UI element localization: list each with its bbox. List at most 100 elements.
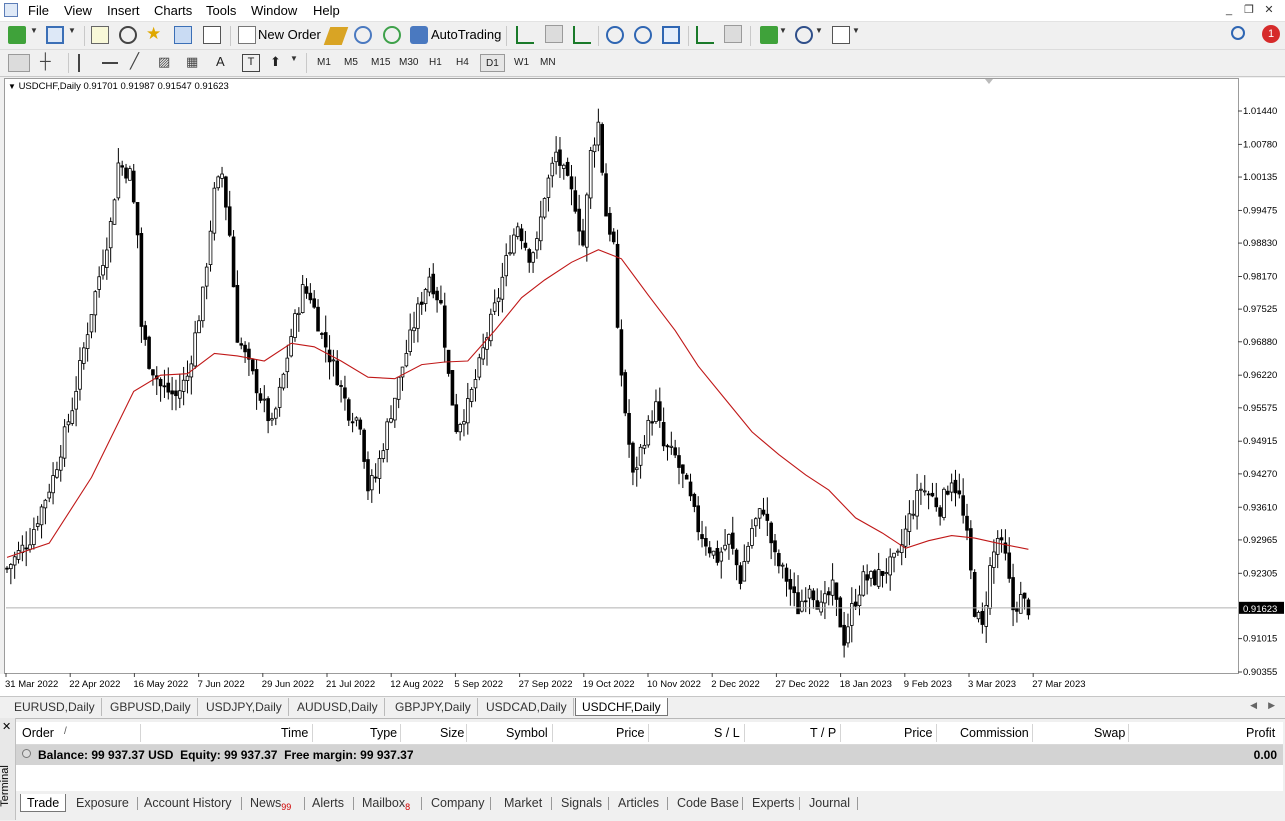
terminal-sidebar: ✕ Terminal	[0, 718, 16, 820]
terminal-tab-journal[interactable]: Journal	[803, 794, 856, 812]
candle-body	[396, 376, 401, 400]
col-price[interactable]: Price	[616, 726, 644, 740]
column-divider	[140, 724, 141, 742]
candle-body	[204, 266, 209, 287]
candle-body	[381, 450, 386, 459]
chevron-left-icon[interactable]: ◀	[1250, 700, 1257, 711]
candle-body	[39, 506, 44, 526]
candle-body	[926, 493, 931, 496]
candle-body	[577, 208, 581, 232]
candle-body	[727, 534, 731, 545]
candle-body	[988, 565, 992, 609]
candle-body	[273, 408, 278, 419]
col-profit[interactable]: Profit	[1246, 726, 1275, 740]
chart-tab-usdjpy[interactable]: USDJPY,Daily	[200, 698, 289, 716]
candle-body	[972, 572, 977, 617]
candle-body	[811, 590, 816, 601]
chart-tab-eurusd[interactable]: EURUSD,Daily	[8, 698, 102, 716]
tab-divider	[353, 797, 354, 810]
price-tick-label: 0.93610	[1243, 502, 1277, 513]
candle-body	[892, 552, 896, 558]
time-tick-label: 3 Mar 2023	[968, 679, 1016, 690]
chart-tab-usdcad[interactable]: USDCAD,Daily	[480, 698, 574, 716]
candle-body	[97, 276, 101, 290]
candle-body	[373, 476, 378, 479]
terminal-tab-code-base[interactable]: Code Base	[671, 794, 745, 812]
candle-body	[658, 401, 662, 421]
candle-body	[838, 597, 843, 628]
candle-body	[922, 490, 927, 493]
price-tick-label: 0.96220	[1243, 370, 1277, 381]
candle-body	[581, 230, 585, 246]
terminal-tab-trade[interactable]: Trade	[20, 794, 67, 812]
candle-body	[707, 547, 712, 554]
terminal-tab-articles[interactable]: Articles	[612, 794, 665, 812]
col-time[interactable]: Time	[281, 726, 308, 740]
candle-body	[458, 424, 462, 433]
terminal-tab-market[interactable]: Market	[498, 794, 548, 812]
candle-body	[938, 507, 942, 517]
col-commission[interactable]: Commission	[960, 726, 1029, 740]
candle-body	[139, 233, 144, 327]
col-swap[interactable]: Swap	[1094, 726, 1125, 740]
col-symbol[interactable]: Symbol	[506, 726, 548, 740]
col-size[interactable]: Size	[440, 726, 464, 740]
tab-divider	[667, 797, 668, 810]
terminal-tab-alerts[interactable]: Alerts	[306, 794, 350, 812]
candle-body	[120, 165, 125, 168]
current-price-label: 0.91623	[1243, 604, 1277, 615]
column-divider	[840, 724, 841, 742]
price-chart[interactable]: 1.01440 1.00780 1.00135 0.99475 0.98830 0.981…	[0, 0, 1285, 696]
close-icon[interactable]: ✕	[2, 720, 11, 733]
candle-body	[66, 421, 71, 426]
candle-body	[1007, 552, 1012, 579]
time-tick-label: 18 Jan 2023	[840, 679, 892, 690]
terminal-tab-mailbox[interactable]: Mailbox8	[356, 794, 416, 812]
candle-body	[312, 298, 316, 308]
candle-body	[942, 488, 946, 518]
terminal-tab-signals[interactable]: Signals	[555, 794, 608, 812]
candle-body	[508, 252, 512, 255]
terminal-tab-account-history[interactable]: Account History	[138, 794, 238, 812]
chart-tab-usdchf[interactable]: USDCHF,Daily	[575, 698, 668, 716]
candle-body	[35, 523, 40, 527]
candle-body	[592, 144, 597, 153]
candle-body	[930, 492, 935, 497]
candle-body	[573, 190, 578, 212]
chevron-right-icon[interactable]: ▶	[1268, 700, 1275, 711]
candle-body	[746, 545, 750, 562]
chart-tab-gbpjpy[interactable]: GBPJPY,Daily	[389, 698, 478, 716]
col-price-current[interactable]: Price	[904, 726, 932, 740]
chart-tab-gbpusd[interactable]: GBPUSD,Daily	[104, 698, 198, 716]
balance-row[interactable]: Balance: 99 937.37 USD Equity: 99 937.37…	[16, 745, 1283, 765]
col-order[interactable]: Order	[22, 726, 54, 740]
chart-tab-bar: EURUSD,Daily GBPUSD,Daily USDJPY,Daily A…	[0, 696, 1285, 718]
candle-body	[919, 488, 923, 491]
tab-divider	[551, 797, 552, 810]
price-tick-label: 0.92965	[1243, 535, 1277, 546]
chart-dropdown-icon[interactable]: ▼	[8, 82, 16, 91]
candle-body	[89, 314, 94, 333]
price-tick-label: 1.01440	[1243, 106, 1277, 117]
total-profit: 0.00	[1253, 748, 1277, 762]
candle-body	[554, 151, 558, 163]
candle-body	[5, 567, 9, 570]
terminal-tab-exposure[interactable]: Exposure	[70, 794, 135, 812]
terminal-tab-experts[interactable]: Experts	[746, 794, 800, 812]
terminal-tab-news[interactable]: News99	[244, 794, 297, 812]
candle-body	[124, 167, 128, 179]
candle-body	[880, 570, 885, 576]
col-sl[interactable]: S / L	[714, 726, 740, 740]
balance-text: Balance: 99 937.37 USD Equity: 99 937.37…	[38, 748, 414, 762]
candle-body	[266, 398, 270, 422]
candle-body	[538, 216, 543, 242]
candle-body	[834, 582, 839, 600]
candle-body	[289, 336, 293, 357]
candle-body	[335, 360, 340, 386]
candle-body	[151, 369, 155, 376]
terminal-tab-company[interactable]: Company	[425, 794, 491, 812]
chart-tab-audusd[interactable]: AUDUSD,Daily	[291, 698, 385, 716]
col-type[interactable]: Type	[370, 726, 397, 740]
candle-body	[24, 547, 28, 550]
col-tp[interactable]: T / P	[810, 726, 836, 740]
